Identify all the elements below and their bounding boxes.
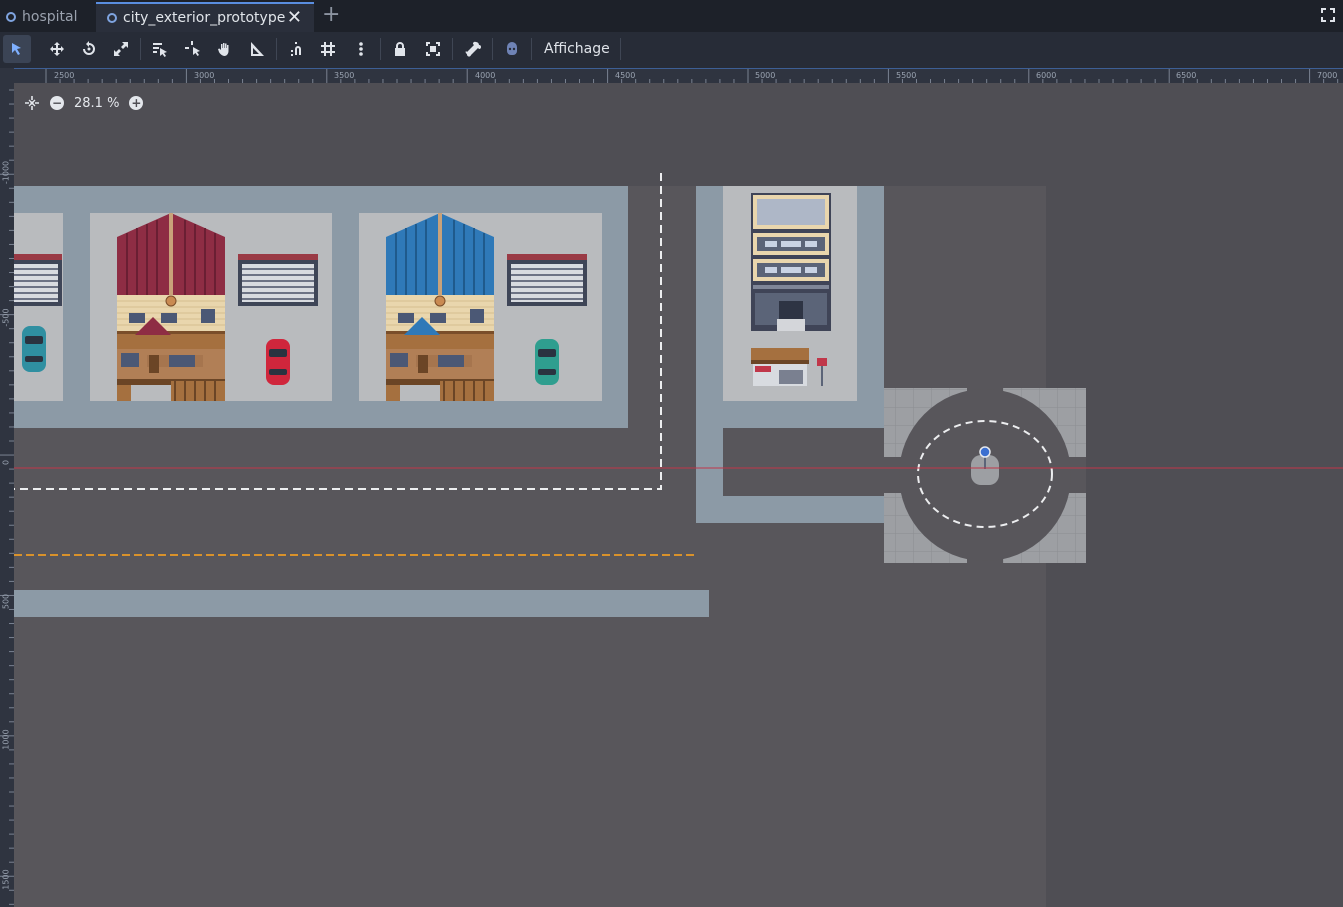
node-button[interactable] bbox=[498, 35, 526, 63]
scene-icon bbox=[6, 12, 16, 22]
bone-button[interactable] bbox=[459, 35, 487, 63]
lock-button[interactable] bbox=[386, 35, 414, 63]
house-blue-roof bbox=[385, 213, 495, 402]
select-mode-icon bbox=[12, 43, 21, 55]
list-select-button[interactable] bbox=[146, 35, 174, 63]
toolbar-separator bbox=[452, 38, 453, 60]
pan-mode-button[interactable] bbox=[211, 35, 239, 63]
tab-city-exterior-prototype[interactable]: city_exterior_prototype ✕ bbox=[96, 2, 314, 32]
vertical-ruler[interactable]: -1000 -500 0 500 1000 1500 bbox=[0, 83, 14, 907]
toolbar-separator bbox=[380, 38, 381, 60]
house-lot bbox=[14, 213, 63, 401]
garage-door bbox=[506, 253, 588, 307]
horizontal-ruler[interactable]: 2500 3000 3500 4000 4500 5000 5500 6000 … bbox=[14, 68, 1343, 84]
scale-mode-button[interactable] bbox=[107, 35, 135, 63]
ruler-ticks bbox=[0, 89, 14, 905]
snap-options-icon bbox=[359, 42, 363, 56]
bone-icon bbox=[465, 41, 481, 57]
toolbar-separator bbox=[276, 38, 277, 60]
car-teal bbox=[22, 326, 46, 372]
toolbar-separator bbox=[531, 38, 532, 60]
ruler-label: 4000 bbox=[475, 71, 496, 80]
center-view-icon[interactable] bbox=[24, 95, 40, 111]
ruler-label: -500 bbox=[1, 308, 11, 327]
scene-tab-bar: hospital city_exterior_prototype ✕ + bbox=[0, 0, 1343, 32]
car-teal bbox=[535, 339, 559, 385]
rotate-mode-icon bbox=[83, 41, 95, 55]
group-icon bbox=[426, 42, 440, 56]
scene-icon bbox=[107, 13, 117, 23]
pan-mode-icon bbox=[218, 43, 229, 56]
zoom-in-button[interactable]: + bbox=[129, 96, 144, 110]
ruler-label: 500 bbox=[1, 593, 11, 610]
ruler-label: 1000 bbox=[1, 729, 11, 750]
garage-door bbox=[237, 253, 319, 307]
add-tab-button[interactable]: + bbox=[322, 4, 340, 26]
grid-snap-icon bbox=[321, 42, 335, 56]
canvas-viewport[interactable]: − 28.1 % + bbox=[14, 83, 1343, 907]
node-icon bbox=[507, 42, 517, 55]
ruler-label: 5500 bbox=[896, 71, 917, 80]
zoom-out-button[interactable]: − bbox=[50, 96, 64, 110]
fullscreen-icon[interactable] bbox=[1319, 6, 1337, 24]
move-mode-button[interactable] bbox=[43, 35, 71, 63]
ruler-label: 6000 bbox=[1036, 71, 1057, 80]
ruler-label: 6500 bbox=[1176, 71, 1197, 80]
move-mode-icon bbox=[50, 42, 64, 56]
grid-snap-button[interactable] bbox=[314, 35, 342, 63]
select-mode-button[interactable] bbox=[3, 35, 31, 63]
zoom-level[interactable]: 28.1 % bbox=[74, 96, 119, 111]
toolbar-separator bbox=[620, 38, 621, 60]
group-button[interactable] bbox=[419, 35, 447, 63]
view-menu-button[interactable]: Affichage bbox=[536, 32, 618, 68]
ruler-label: 0 bbox=[1, 459, 11, 466]
scale-mode-icon bbox=[114, 42, 128, 56]
smart-snap-button[interactable] bbox=[283, 35, 311, 63]
ruler-label: -1000 bbox=[1, 160, 11, 185]
toolbar-separator bbox=[140, 38, 141, 60]
ruler-corner bbox=[0, 68, 14, 83]
canvas-toolbar: Affichage bbox=[0, 32, 1343, 68]
tab-label: hospital bbox=[22, 9, 78, 25]
car-red bbox=[266, 339, 290, 385]
tab-hospital[interactable]: hospital bbox=[6, 2, 77, 32]
lock-icon bbox=[395, 42, 405, 56]
store-building bbox=[751, 193, 831, 331]
ruler-label: 3000 bbox=[194, 71, 215, 80]
toolbar-separator bbox=[492, 38, 493, 60]
rotate-mode-button[interactable] bbox=[75, 35, 103, 63]
sidewalk-strip bbox=[14, 590, 709, 617]
close-tab-icon[interactable]: ✕ bbox=[287, 8, 302, 28]
house-red-roof bbox=[116, 213, 226, 402]
garage-door bbox=[14, 253, 63, 307]
ruler-mode-icon bbox=[251, 42, 264, 56]
ruler-label: 5000 bbox=[755, 71, 776, 80]
pivot-mode-icon bbox=[185, 41, 200, 56]
smart-snap-icon bbox=[291, 42, 301, 56]
tab-label: city_exterior_prototype bbox=[123, 10, 286, 26]
roundabout-plaza bbox=[884, 388, 1086, 563]
ruler-label: 3500 bbox=[334, 71, 355, 80]
scene-canvas[interactable] bbox=[14, 83, 1343, 907]
ruler-label: 4500 bbox=[615, 71, 636, 80]
zoom-controls: − 28.1 % + bbox=[24, 93, 144, 113]
list-select-icon bbox=[153, 43, 167, 57]
ruler-label: 2500 bbox=[54, 71, 75, 80]
snap-options-button[interactable] bbox=[347, 35, 375, 63]
ruler-label: 1500 bbox=[1, 869, 11, 890]
ruler-label: 7000 bbox=[1317, 71, 1338, 80]
ruler-mode-button[interactable] bbox=[243, 35, 271, 63]
pivot-mode-button[interactable] bbox=[179, 35, 207, 63]
